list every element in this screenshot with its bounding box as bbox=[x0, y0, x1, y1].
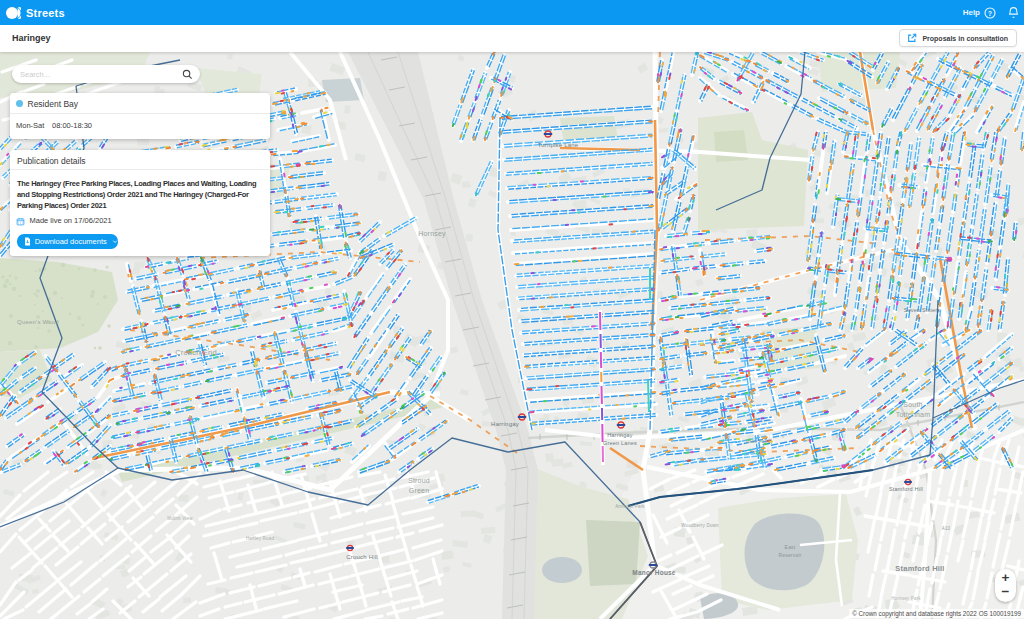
svg-text:Stroud: Stroud bbox=[408, 477, 430, 484]
svg-text:Mount View: Mount View bbox=[167, 516, 193, 521]
svg-text:Reservoir: Reservoir bbox=[778, 552, 801, 558]
svg-text:Manor House: Manor House bbox=[632, 569, 676, 576]
svg-text:Turnpike Lane: Turnpike Lane bbox=[538, 142, 579, 148]
svg-text:Amhurst Park: Amhurst Park bbox=[615, 504, 645, 509]
svg-text:Stamford Hill: Stamford Hill bbox=[889, 486, 923, 492]
svg-text:East: East bbox=[785, 544, 796, 550]
svg-text:Stamford Hill: Stamford Hill bbox=[895, 564, 944, 573]
svg-text:Seven Sisters: Seven Sisters bbox=[904, 307, 941, 313]
svg-text:Crouch Hill: Crouch Hill bbox=[346, 554, 378, 560]
svg-text:Hornsey Park: Hornsey Park bbox=[891, 596, 921, 601]
svg-text:Hornsey: Hornsey bbox=[418, 230, 446, 238]
svg-text:Hanley Road: Hanley Road bbox=[246, 536, 275, 541]
svg-text:Crouch End: Crouch End bbox=[175, 348, 217, 357]
svg-text:Queen's Wood: Queen's Wood bbox=[17, 319, 59, 325]
svg-text:Eade Road: Eade Road bbox=[746, 439, 771, 444]
svg-text:Green Lanes: Green Lanes bbox=[603, 440, 637, 446]
svg-text:Harringay: Harringay bbox=[491, 421, 519, 427]
svg-text:?: ? bbox=[988, 9, 992, 16]
svg-text:A10: A10 bbox=[942, 526, 951, 531]
svg-text:South: South bbox=[903, 401, 922, 408]
svg-text:Tottenham: Tottenham bbox=[896, 411, 931, 418]
svg-text:Harringay: Harringay bbox=[607, 432, 633, 438]
svg-text:Woodberry Down: Woodberry Down bbox=[681, 523, 719, 528]
svg-text:Green: Green bbox=[409, 487, 429, 494]
